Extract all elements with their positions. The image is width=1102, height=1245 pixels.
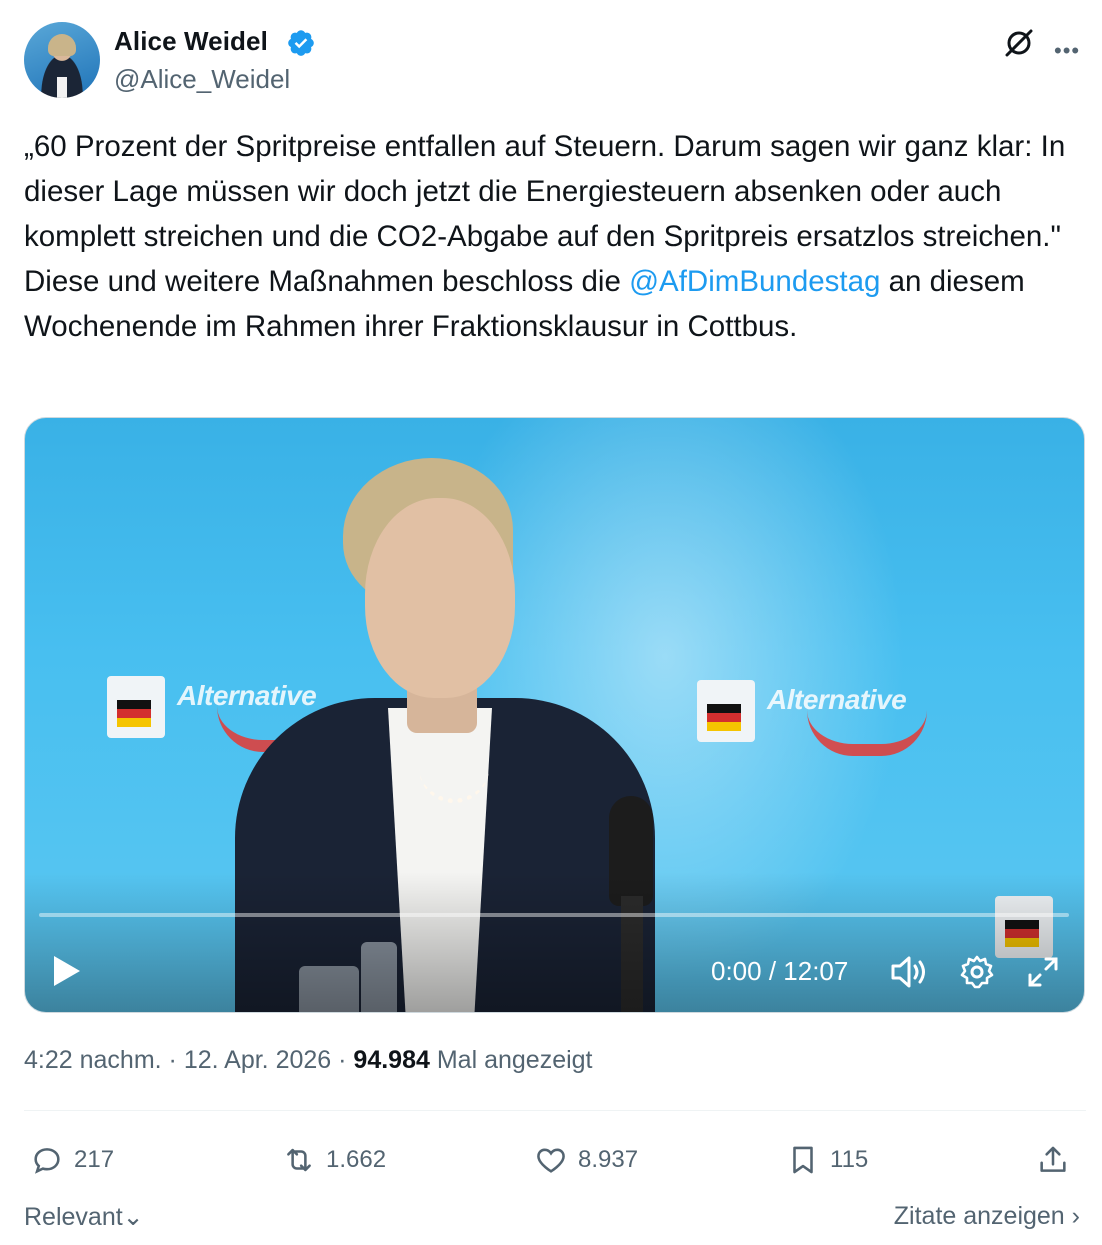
- share-icon: [1040, 1146, 1066, 1172]
- tweet-text: „60 Prozent der Spritpreise entfallen au…: [24, 124, 1084, 349]
- verified-badge-icon: [288, 30, 314, 56]
- more-icon[interactable]: •••: [1054, 38, 1080, 64]
- divider: [24, 1110, 1086, 1111]
- play-icon[interactable]: [51, 954, 83, 988]
- sort-label: Relevant: [24, 1203, 123, 1231]
- video-player[interactable]: Alternative Alternative 0:00 / 12:07: [24, 417, 1085, 1013]
- bookmark-icon: [793, 1146, 813, 1174]
- author-handle[interactable]: @Alice_Weidel: [114, 64, 290, 95]
- quotes-label: Zitate anzeigen: [893, 1202, 1065, 1230]
- video-time: 0:00 / 12:07: [711, 956, 849, 986]
- bookmark-button[interactable]: 115: [786, 1138, 868, 1182]
- reply-count: 217: [74, 1146, 115, 1173]
- chevron-right-icon: ›: [1071, 1202, 1080, 1230]
- sort-dropdown[interactable]: Relevant⌄: [24, 1202, 144, 1232]
- mention-link[interactable]: @AfDimBundestag: [629, 265, 880, 298]
- author-name[interactable]: Alice Weidel: [114, 26, 268, 57]
- action-bar: 217 1.662 8.937 115: [24, 1138, 1086, 1182]
- views-label: Mal angezeigt: [436, 1046, 593, 1074]
- fullscreen-icon[interactable]: [1025, 954, 1061, 990]
- reply-button[interactable]: 217: [30, 1138, 114, 1182]
- tweet-meta: 4:22 nachm. · 12. Apr. 2026 · 94.984 Mal…: [24, 1046, 593, 1075]
- chevron-down-icon: ⌄: [122, 1203, 144, 1231]
- party-logo: Alternative: [697, 680, 937, 756]
- heart-icon: [537, 1148, 565, 1173]
- tweet-time[interactable]: 4:22 nachm.: [24, 1046, 162, 1074]
- tweet-date[interactable]: 12. Apr. 2026: [184, 1046, 331, 1074]
- repost-count: 1.662: [326, 1146, 387, 1173]
- tweet-header: Alice Weidel @Alice_Weidel •••: [24, 22, 1086, 102]
- like-button[interactable]: 8.937: [534, 1138, 638, 1182]
- share-button[interactable]: [1036, 1138, 1080, 1182]
- volume-muted-icon[interactable]: [889, 954, 929, 990]
- quotes-link[interactable]: Zitate anzeigen ›: [894, 1202, 1080, 1231]
- avatar[interactable]: [24, 22, 100, 98]
- like-count: 8.937: [578, 1146, 639, 1173]
- bookmark-count: 115: [830, 1146, 869, 1173]
- video-progress-bar[interactable]: [39, 913, 1069, 917]
- repost-icon: [287, 1148, 311, 1172]
- view-count: 94.984: [353, 1046, 430, 1074]
- meta-separator: ·: [168, 1046, 177, 1074]
- repost-button[interactable]: 1.662: [282, 1138, 386, 1182]
- meta-separator: ·: [338, 1046, 347, 1074]
- grok-icon[interactable]: [1002, 26, 1036, 60]
- settings-gear-icon[interactable]: [959, 954, 995, 990]
- reply-icon: [34, 1148, 60, 1174]
